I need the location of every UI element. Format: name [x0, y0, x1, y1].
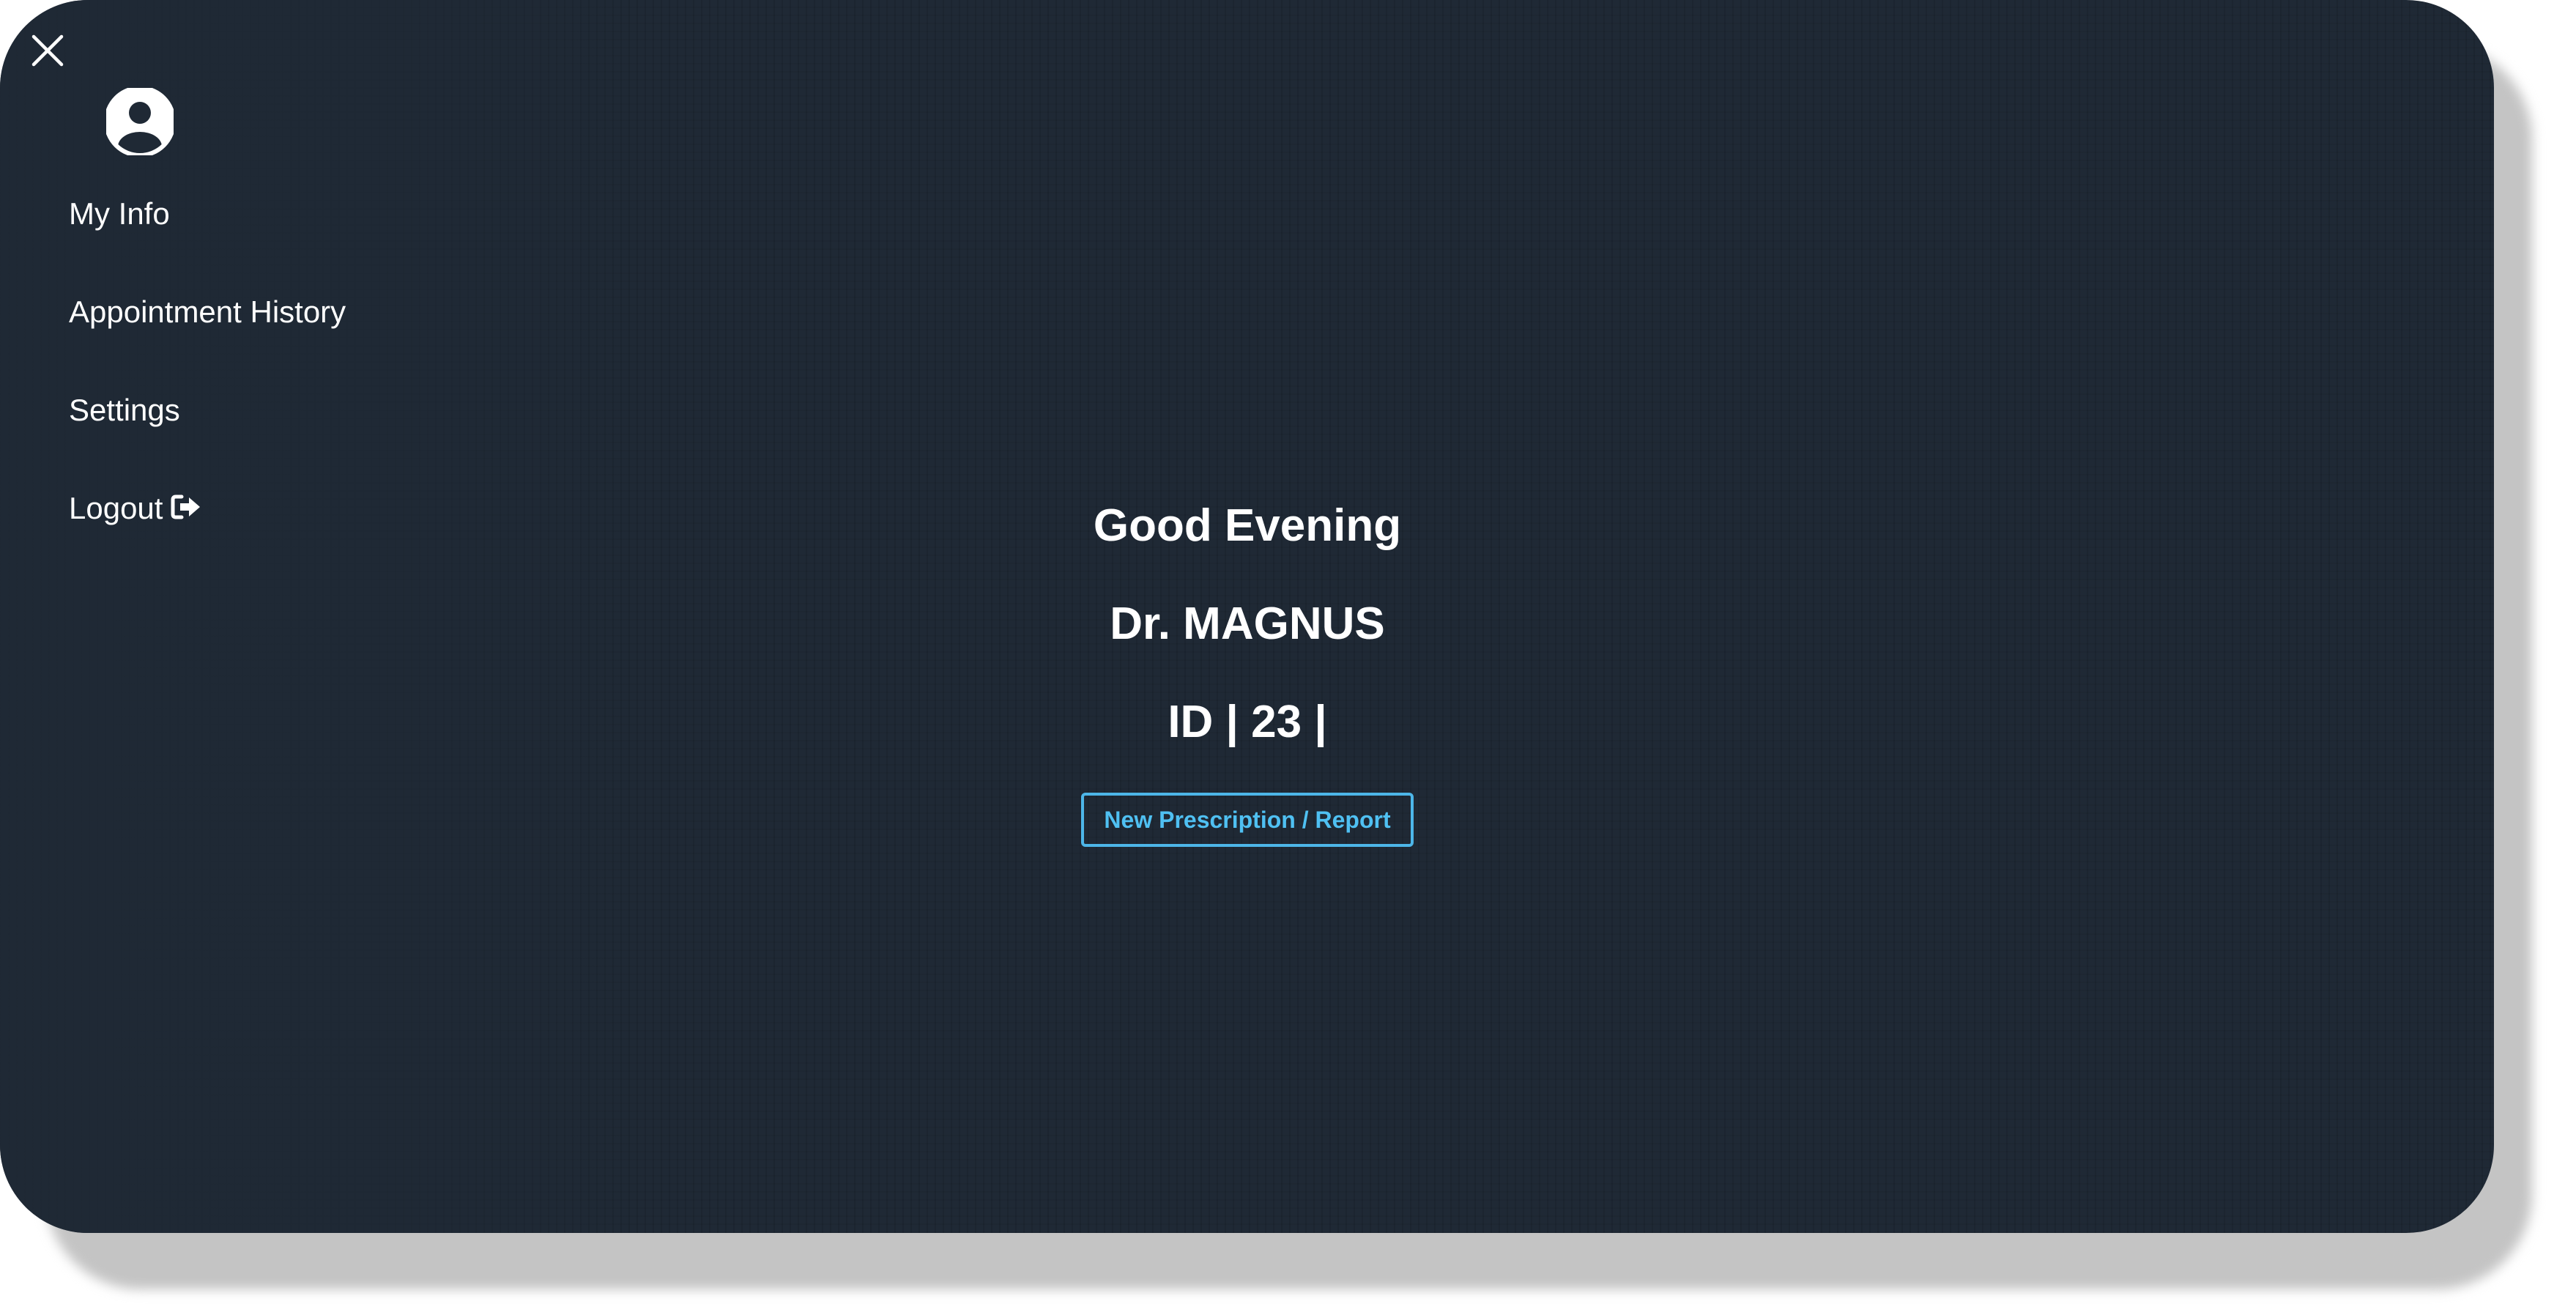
doctor-id: ID | 23 |: [1168, 697, 1327, 747]
doctor-name: Dr. MAGNUS: [1110, 599, 1385, 649]
sidebar-panel: [0, 0, 659, 1233]
welcome-panel: Good Evening Dr. MAGNUS ID | 23 | New Pr…: [808, 498, 1687, 847]
menu-item-settings[interactable]: Settings: [69, 388, 346, 486]
menu-item-label: Logout: [69, 491, 163, 525]
menu-item-appointment-history[interactable]: Appointment History: [69, 290, 346, 388]
app-window: My Info Appointment History Settings Log…: [0, 0, 2494, 1233]
side-menu: My Info Appointment History Settings Log…: [69, 192, 346, 585]
avatar[interactable]: [104, 86, 176, 158]
sign-out-icon: [170, 489, 202, 519]
new-prescription-button[interactable]: New Prescription / Report: [1081, 793, 1414, 847]
menu-item-logout[interactable]: Logout: [69, 486, 346, 585]
user-circle-icon: [104, 86, 176, 158]
menu-item-my-info[interactable]: My Info: [69, 192, 346, 290]
greeting-heading: Good Evening: [1093, 500, 1402, 551]
close-menu-button[interactable]: [29, 32, 66, 69]
menu-item-label: Settings: [69, 393, 180, 427]
close-icon: [31, 34, 64, 67]
menu-item-label: Appointment History: [69, 295, 346, 329]
menu-item-label: My Info: [69, 196, 170, 231]
